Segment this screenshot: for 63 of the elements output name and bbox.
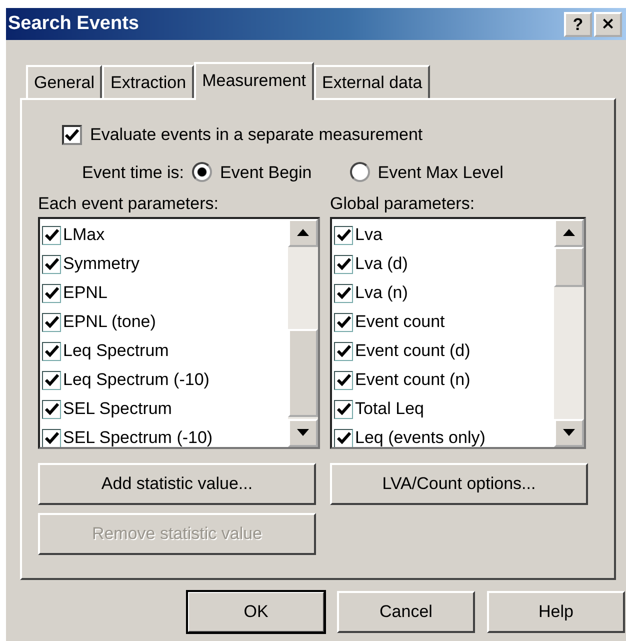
checkbox[interactable] — [42, 312, 61, 332]
checkbox-label: Evaluate events in a separate measurement — [90, 124, 423, 146]
checkbox[interactable] — [42, 428, 61, 446]
tab[interactable]: External data — [314, 65, 430, 98]
checkbox[interactable] — [42, 370, 61, 390]
checkbox[interactable] — [42, 284, 61, 302]
tab[interactable]: Measurement — [194, 62, 314, 100]
checkbox[interactable] — [334, 428, 353, 446]
button[interactable]: OK — [187, 591, 325, 633]
checkbox[interactable] — [42, 254, 61, 274]
list-label: Each event parameters: — [38, 193, 220, 215]
list-item-label: Event count (d) — [355, 340, 470, 362]
list-item-label: Event count — [355, 311, 445, 334]
scrollbar[interactable] — [288, 218, 318, 446]
list-item-label: Lva (n) — [355, 282, 408, 304]
checkbox[interactable] — [334, 400, 353, 418]
radio-label: Event Begin — [220, 162, 312, 184]
scroll-down-icon[interactable] — [563, 429, 575, 436]
list-item-label: Total Leq — [355, 398, 424, 420]
list-item-label: SEL Spectrum — [63, 398, 172, 420]
list-item-label: Lva — [355, 224, 382, 246]
checkbox[interactable] — [62, 124, 82, 145]
radio-button[interactable] — [350, 162, 370, 182]
checkbox[interactable] — [334, 254, 353, 274]
list-item-label: LMax — [63, 224, 105, 246]
checkbox[interactable] — [334, 284, 353, 302]
checkbox-list[interactable]: Lva Lva (d) Lva (n) Event count Event count (d) Event count (n) Total Leq Leq (events only) — [330, 216, 586, 448]
tab[interactable]: Extraction — [102, 65, 194, 98]
window-title: Search Events — [8, 12, 139, 36]
button[interactable]: Add statistic value... — [38, 462, 316, 504]
field-label: Event time is: — [82, 162, 184, 184]
list-item-label: EPNL (tone) — [63, 311, 156, 334]
list-item-label: Leq Spectrum — [63, 340, 169, 362]
checkbox[interactable] — [334, 226, 353, 244]
button[interactable]: LVA/Count options... — [330, 462, 588, 504]
list-label: Global parameters: — [330, 193, 476, 215]
checkbox[interactable] — [42, 342, 61, 360]
scrollbar-thumb[interactable] — [554, 246, 584, 286]
scrollbar-thumb[interactable] — [288, 328, 318, 416]
button[interactable]: Help — [487, 591, 625, 633]
checkbox[interactable] — [42, 226, 61, 244]
list-item-label: Lva (d) — [355, 253, 408, 276]
checkbox[interactable] — [334, 312, 353, 332]
scroll-up-icon[interactable] — [563, 229, 575, 236]
radio-button[interactable] — [192, 162, 212, 182]
help-button[interactable]: ? — [564, 12, 592, 36]
list-item-label: Symmetry — [63, 253, 140, 276]
button[interactable]: Cancel — [337, 591, 475, 633]
scrollbar[interactable] — [554, 218, 584, 446]
checkbox[interactable] — [334, 342, 353, 360]
list-item-label: SEL Spectrum (-10) — [63, 427, 213, 446]
scroll-down-icon[interactable] — [297, 429, 309, 436]
scroll-up-icon[interactable] — [297, 229, 309, 236]
list-item-label: Leq Spectrum (-10) — [63, 369, 210, 392]
checkbox[interactable] — [334, 370, 353, 390]
tab[interactable]: General — [26, 65, 102, 98]
list-item-label: EPNL — [63, 282, 108, 304]
radio-label: Event Max Level — [378, 162, 504, 184]
checkbox-list[interactable]: LMax Symmetry EPNL EPNL (tone) Leq Spectrum Leq Spectrum (-10) SEL Spectrum SEL Spectrum (-10) — [38, 216, 320, 448]
list-item-label: Leq (events only) — [355, 427, 486, 446]
close-button[interactable]: × — [594, 12, 622, 36]
list-item-label: Event count (n) — [355, 369, 470, 392]
checkbox[interactable] — [42, 400, 61, 418]
